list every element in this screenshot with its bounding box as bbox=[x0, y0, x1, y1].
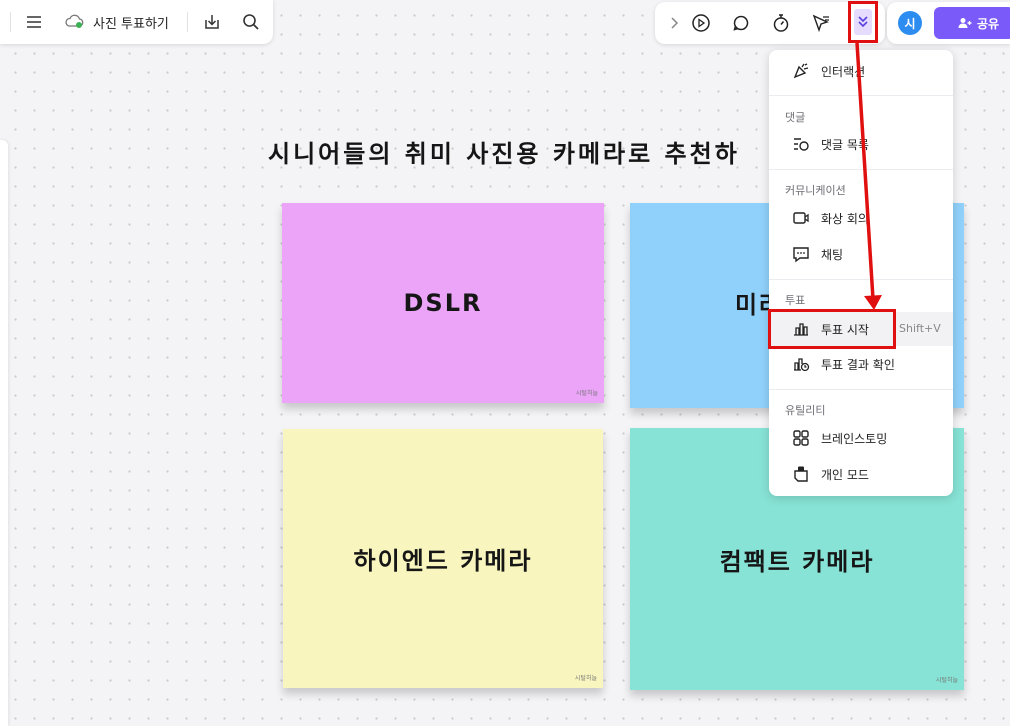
left-side-panel bbox=[0, 140, 8, 726]
poll-chart-icon bbox=[794, 323, 808, 336]
sticky-note-highend[interactable]: 하이엔드 카메라 시털히늘 bbox=[283, 429, 603, 688]
download-icon[interactable] bbox=[196, 6, 228, 38]
menu-item-label: 화상 회의 bbox=[821, 212, 869, 226]
hamburger-menu-icon[interactable] bbox=[18, 6, 50, 38]
chat-bubble-icon bbox=[793, 247, 809, 263]
menu-divider bbox=[769, 279, 953, 280]
comment-list-icon bbox=[794, 138, 809, 151]
note-label: DSLR bbox=[403, 289, 483, 317]
menu-item-label: 개인 모드 bbox=[821, 468, 869, 482]
menu-item-label: 채팅 bbox=[821, 248, 844, 262]
menu-item-interaction[interactable]: 인터랙션 bbox=[769, 54, 953, 88]
menu-item-comment-list[interactable]: 댓글 목록 bbox=[769, 127, 953, 161]
add-user-icon bbox=[958, 18, 972, 28]
note-label: 컴팩트 카메라 bbox=[719, 547, 875, 576]
shortcut-hint: Shift+V bbox=[899, 322, 941, 335]
toolbar-divider bbox=[10, 12, 11, 32]
poll-results-icon bbox=[794, 358, 810, 372]
private-lock-note-icon bbox=[794, 466, 808, 482]
menu-item-label: 댓글 목록 bbox=[821, 138, 869, 152]
note-author: 시털히늘 bbox=[574, 675, 597, 682]
menu-item-start-poll[interactable]: 투표 시작 Shift+V bbox=[769, 312, 953, 346]
user-share-toolbar: 시 공유 bbox=[887, 2, 1010, 44]
section-poll: 투표 bbox=[785, 294, 806, 307]
menu-item-video-call[interactable]: 화상 회의 bbox=[769, 201, 953, 235]
more-tools-button[interactable] bbox=[848, 1, 878, 43]
search-icon[interactable] bbox=[235, 6, 267, 38]
menu-divider bbox=[769, 169, 953, 170]
menu-item-brainstorm[interactable]: 브레인스토밍 bbox=[769, 421, 953, 455]
section-communication: 커뮤니케이션 bbox=[785, 184, 846, 197]
share-label: 공유 bbox=[977, 16, 1000, 31]
share-button[interactable]: 공유 bbox=[934, 7, 1010, 39]
comment-icon[interactable] bbox=[725, 7, 757, 39]
menu-divider bbox=[769, 389, 953, 390]
menu-item-poll-results[interactable]: 투표 결과 확인 bbox=[769, 347, 953, 381]
play-icon[interactable] bbox=[685, 7, 717, 39]
menu-item-label: 투표 시작 bbox=[821, 323, 869, 337]
top-left-toolbar: 사진 투표하기 bbox=[0, 0, 273, 44]
menu-divider bbox=[769, 95, 953, 96]
menu-item-label: 인터랙션 bbox=[821, 65, 866, 79]
menu-item-chat[interactable]: 채팅 bbox=[769, 237, 953, 271]
timer-icon[interactable] bbox=[765, 7, 797, 39]
grid-squares-icon bbox=[793, 430, 809, 446]
cloud-saved-icon bbox=[64, 13, 84, 33]
double-chevron-down-icon bbox=[854, 9, 872, 35]
board-heading[interactable]: 시니어들의 취미 사진용 카메라로 추천하 bbox=[268, 134, 828, 174]
note-label: 하이엔드 카메라 bbox=[353, 547, 533, 575]
avatar[interactable]: 시 bbox=[898, 11, 922, 35]
board-title[interactable]: 사진 투표하기 bbox=[93, 13, 169, 32]
menu-item-label: 브레인스토밍 bbox=[821, 432, 888, 446]
party-popper-icon bbox=[793, 63, 809, 79]
menu-item-private-mode[interactable]: 개인 모드 bbox=[769, 457, 953, 491]
video-camera-icon bbox=[793, 212, 809, 224]
cursor-flag-icon[interactable] bbox=[805, 7, 837, 39]
more-tools-menu: 인터랙션 댓글 댓글 목록 커뮤니케이션 화상 회의 채팅 투표 투표 시작 S… bbox=[769, 50, 953, 496]
sticky-note-dslr[interactable]: DSLR 시털히늘 bbox=[282, 203, 604, 403]
menu-item-label: 투표 결과 확인 bbox=[821, 358, 895, 372]
note-author: 시털히늘 bbox=[935, 677, 958, 684]
toolbar-divider bbox=[187, 12, 188, 32]
section-comment: 댓글 bbox=[785, 111, 806, 124]
section-utility: 유틸리티 bbox=[785, 404, 826, 417]
note-author: 시털히늘 bbox=[575, 390, 598, 397]
